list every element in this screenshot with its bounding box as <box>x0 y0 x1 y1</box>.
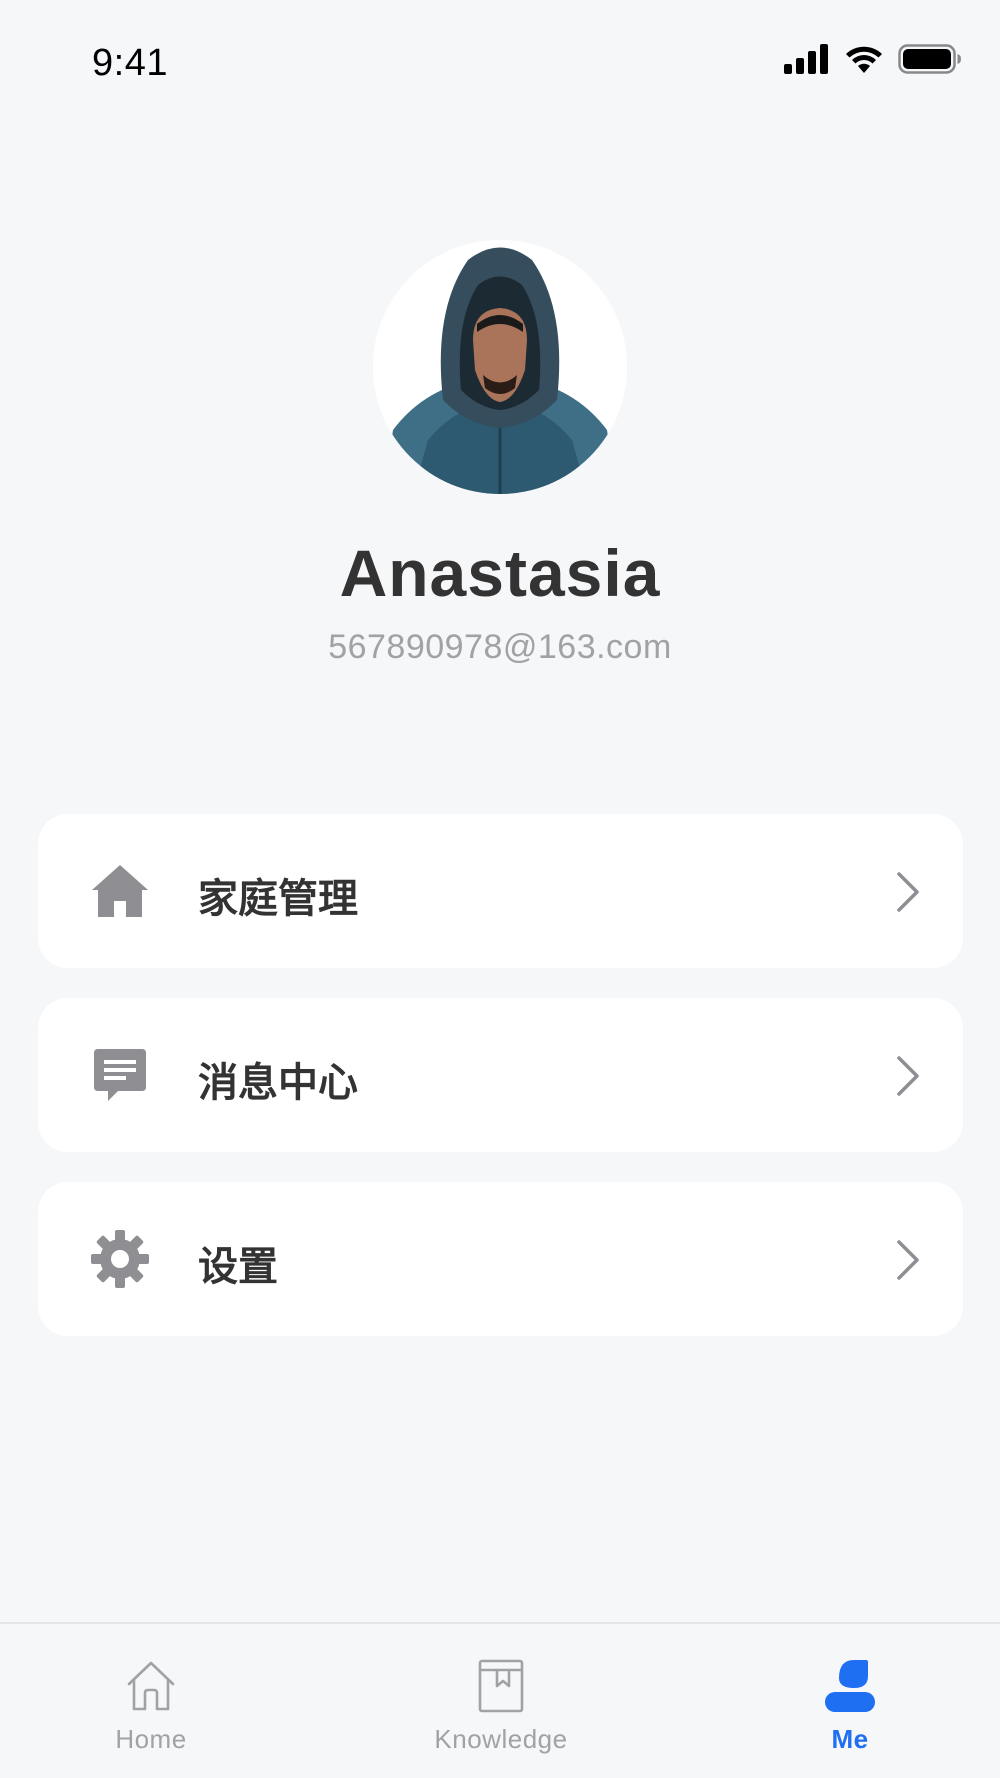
menu-item-settings[interactable]: 设置 <box>38 1182 963 1336</box>
status-time: 9:41 <box>92 42 168 84</box>
menu-item-label: 设置 <box>198 1245 278 1289</box>
menu-item-family-management[interactable]: 家庭管理 <box>38 814 963 968</box>
tab-me[interactable]: Me <box>740 1624 960 1778</box>
message-icon <box>90 1045 150 1105</box>
bottom-tab-bar: Home Knowledge Me <box>0 1622 1000 1778</box>
avatar[interactable] <box>373 240 627 494</box>
chevron-right-icon <box>897 872 919 912</box>
profile-name: Anastasia <box>339 536 661 610</box>
tab-home[interactable]: Home <box>41 1624 261 1778</box>
home-icon <box>90 861 150 921</box>
menu-item-message-center[interactable]: 消息中心 <box>38 998 963 1152</box>
user-icon <box>825 1660 875 1712</box>
chevron-right-icon <box>897 1056 919 1096</box>
gear-icon <box>90 1229 150 1289</box>
tab-label: Me <box>831 1724 869 1754</box>
menu-item-label: 家庭管理 <box>198 877 358 921</box>
profile-email: 567890978@163.com <box>328 628 672 666</box>
book-icon <box>478 1659 524 1713</box>
signal-icon <box>784 44 828 74</box>
status-icons <box>784 44 962 74</box>
status-bar: 9:41 <box>0 0 1000 130</box>
wifi-icon <box>846 46 882 73</box>
tab-label: Home <box>115 1724 187 1754</box>
avatar-photo <box>373 240 627 494</box>
tab-knowledge[interactable]: Knowledge <box>391 1624 611 1778</box>
tab-label: Knowledge <box>434 1724 568 1754</box>
battery-icon <box>898 44 961 74</box>
chevron-right-icon <box>897 1240 919 1280</box>
menu-item-label: 消息中心 <box>198 1061 358 1105</box>
home-outline-icon <box>127 1661 175 1711</box>
